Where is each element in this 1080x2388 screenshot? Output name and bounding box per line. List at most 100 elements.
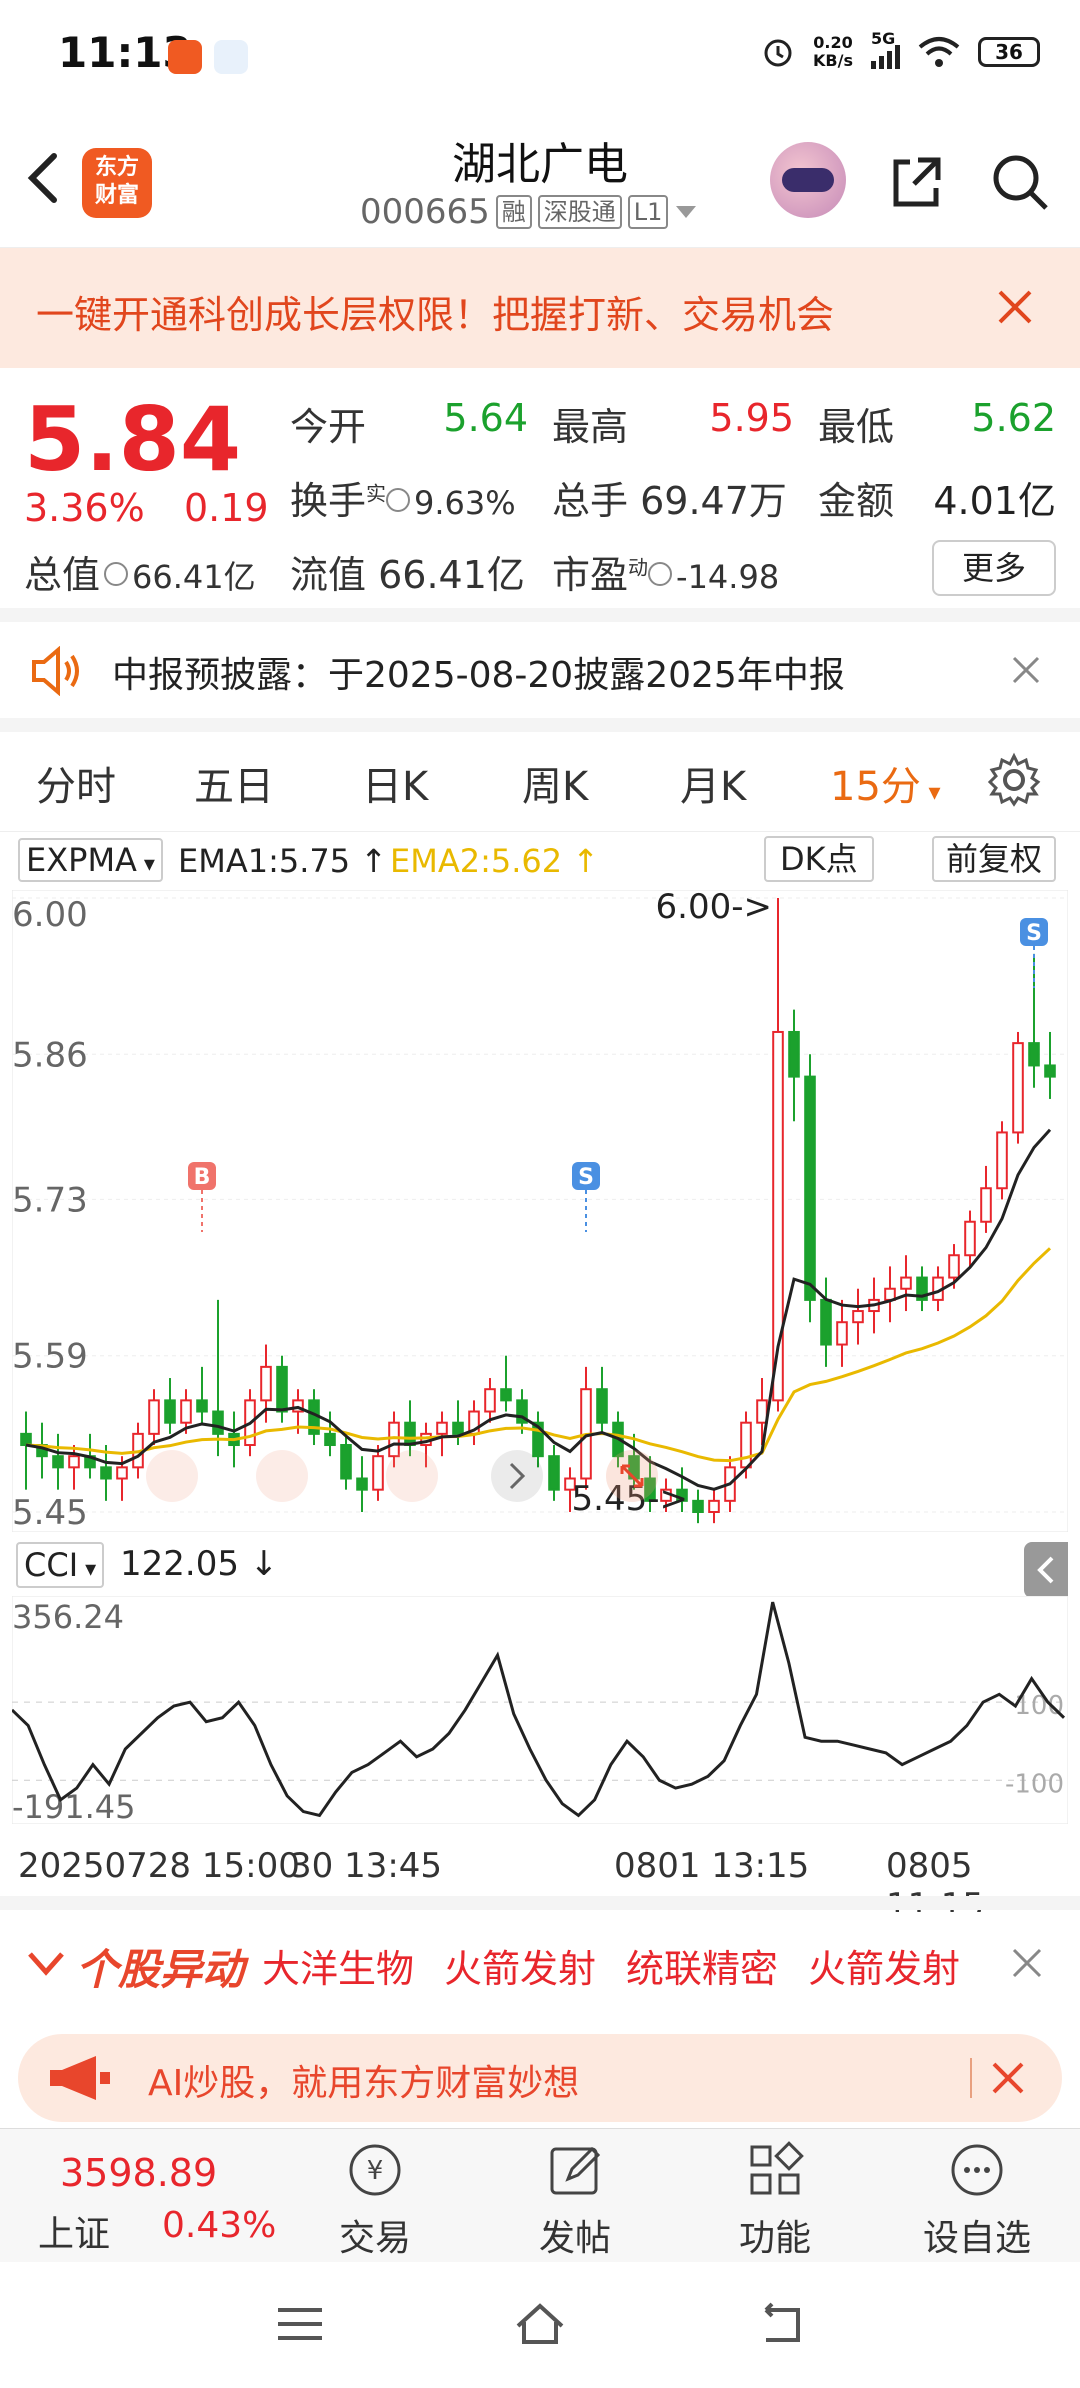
y-tick-label: 5.59 (12, 1337, 88, 1377)
chart-nav-circle (386, 1450, 438, 1502)
nav-trade[interactable]: ¥ 交易 (310, 2139, 440, 2259)
more-icon (951, 2144, 1003, 2196)
volume-row: 总手 69.47万 (552, 479, 787, 523)
stock-movers-bar[interactable]: 个股异动 大洋生物 火箭发射 统联精密 火箭发射 (0, 1912, 1080, 2012)
collapse-button[interactable] (1024, 1542, 1068, 1598)
candle (260, 1365, 272, 1402)
chevron-down-icon[interactable] (26, 1948, 66, 1978)
candle (276, 1365, 288, 1413)
nav-functions[interactable]: 功能 (710, 2139, 840, 2259)
candle (964, 1220, 976, 1257)
more-button[interactable]: 更多 (932, 540, 1056, 596)
candle (340, 1444, 352, 1480)
share-icon[interactable] (884, 150, 948, 214)
tab-weekly-k[interactable]: 周K (522, 754, 588, 812)
close-icon[interactable] (1006, 650, 1046, 690)
back-nav-icon[interactable] (752, 2300, 808, 2348)
y-tick-label: -191.45 (12, 1788, 136, 1824)
current-price: 5.84 (24, 388, 242, 491)
tab-intraday[interactable]: 分时 (36, 754, 116, 812)
pe-row: 市盈动 -14.98 (552, 553, 780, 597)
time-axis: 20250728 15:00 30 13:45 0801 13:15 0805 … (12, 1824, 1068, 1926)
candle (324, 1432, 336, 1447)
nav-add-watchlist[interactable]: 设自选 (912, 2139, 1042, 2259)
candle (372, 1455, 384, 1491)
candle (196, 1399, 208, 1413)
speaker-icon (32, 646, 79, 696)
candle (692, 1499, 704, 1514)
dk-point-button[interactable]: DK点 (764, 836, 874, 882)
period-tabs: 分时 五日 日K 周K 月K 15分 ▾ (0, 732, 1080, 832)
chevron-left-icon (1037, 1556, 1054, 1584)
adjust-button[interactable]: 前复权 (932, 836, 1057, 882)
kline-chart[interactable]: 6.005.865.735.595.456.00->5.45->BSS (12, 890, 1068, 1532)
nav-post[interactable]: 发帖 (510, 2139, 640, 2259)
divider (0, 1896, 1080, 1910)
close-icon[interactable] (990, 282, 1040, 332)
open-label: 今开 (290, 405, 367, 449)
index-value: 3598.89 (60, 2151, 218, 2195)
notice-text: 中报预披露：于2025-08-20披露2025年中报 (112, 655, 845, 696)
mover-item[interactable]: 火箭发射 (444, 1938, 596, 1993)
tab-five-day[interactable]: 五日 (194, 754, 274, 812)
close-icon[interactable] (988, 2058, 1028, 2098)
ema2-value: EMA2:5.62 ↑ (390, 842, 600, 880)
chart-next-button (491, 1450, 543, 1502)
divider (0, 608, 1080, 622)
ai-assistant-avatar[interactable] (770, 142, 846, 218)
signal-badge-label: B (194, 1165, 211, 1190)
cci-select[interactable]: CCI ▾ (16, 1542, 105, 1588)
eye-icon (386, 487, 411, 512)
float-row: 流值 66.41亿 (290, 553, 525, 597)
candle (852, 1310, 864, 1324)
wifi-icon (918, 37, 960, 67)
ai-banner[interactable]: AI炒股，就用东方财富妙想 (18, 2034, 1062, 2122)
promo-text: 一键开通科创成长层权限！把握打新、交易机会 (36, 293, 835, 337)
indicator-select[interactable]: EXPMA ▾ (18, 838, 163, 882)
stock-code-row[interactable]: 000665 融 深股通 L1 (360, 192, 698, 232)
candle (900, 1276, 912, 1290)
candle (212, 1410, 224, 1435)
candle (1012, 1042, 1024, 1134)
eye-icon (648, 561, 673, 586)
menu-icon[interactable] (272, 2300, 328, 2348)
system-nav (0, 2262, 1080, 2388)
chevron-down-icon: ▾ (136, 852, 155, 877)
signal-badge-label: S (578, 1165, 594, 1190)
mover-item[interactable]: 火箭发射 (808, 1938, 960, 1993)
tab-monthly-k[interactable]: 月K (680, 754, 746, 812)
movers-title: 个股异动 (76, 1945, 245, 1994)
cci-chart[interactable]: 100-100356.24-191.45 (12, 1596, 1068, 1824)
candle (820, 1298, 832, 1346)
candle (804, 1075, 816, 1301)
promo-banner[interactable]: 一键开通科创成长层权限！把握打新、交易机会 (0, 248, 1080, 368)
candle (164, 1399, 176, 1424)
bottom-nav: 3598.89 上证 0.43% ¥ 交易 发帖 功能 设自选 (0, 2128, 1080, 2262)
tab-daily-k[interactable]: 日K (362, 754, 428, 812)
alarm-icon (764, 39, 792, 67)
status-bar: 11:13 0.20 KB/s 5G 36 (0, 0, 1080, 110)
time-label: 30 13:45 (290, 1846, 443, 1886)
home-icon[interactable] (512, 2300, 568, 2348)
candle (20, 1432, 32, 1447)
search-icon[interactable] (988, 150, 1052, 214)
low-value: 5.62 (971, 396, 1056, 440)
chevron-down-icon (676, 206, 697, 218)
change-percent: 3.36% (24, 486, 145, 530)
gear-icon[interactable] (986, 752, 1042, 808)
mover-item[interactable]: 统联精密 (626, 1938, 778, 1993)
notice-bar[interactable]: 中报预披露：于2025-08-20披露2025年中报 (0, 622, 1080, 718)
y-tick-label: 6.00 (12, 895, 88, 935)
high-annotation: 6.00-> (656, 890, 772, 927)
y-tick-label: 5.45 (12, 1493, 88, 1532)
close-icon[interactable] (1008, 1944, 1046, 1982)
tab-15min[interactable]: 15分 ▾ (830, 754, 941, 812)
mover-item[interactable]: 大洋生物 (262, 1938, 414, 1993)
low-label: 最低 (818, 405, 895, 449)
battery-indicator: 36 (978, 37, 1040, 67)
candle (436, 1421, 448, 1435)
y-tick-label: 5.73 (12, 1180, 88, 1220)
stock-header: 东方 财富 湖北广电 000665 融 深股通 L1 (0, 110, 1080, 248)
chevron-down-icon: ▾ (78, 1557, 97, 1582)
divider (970, 2058, 972, 2098)
